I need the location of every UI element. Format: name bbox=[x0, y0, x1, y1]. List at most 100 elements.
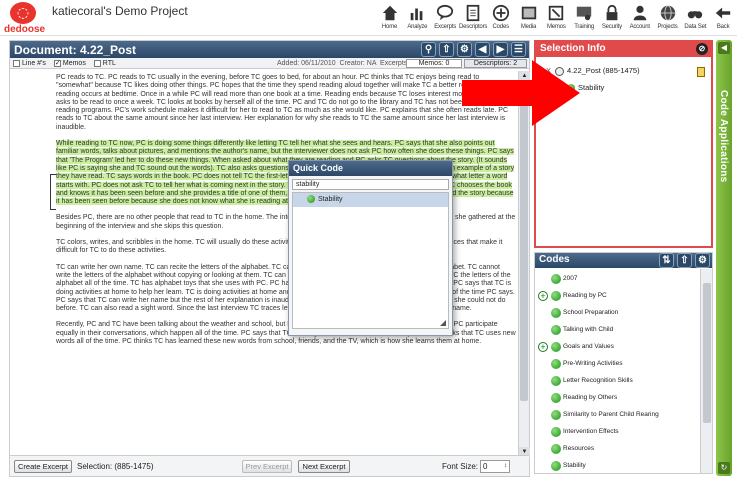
code-label: Stability bbox=[563, 462, 586, 469]
nav-label: Memos bbox=[546, 24, 566, 30]
nav-label: Excerpts bbox=[434, 24, 456, 30]
code-label: Talking with Child bbox=[563, 326, 614, 333]
resize-handle-icon[interactable] bbox=[440, 320, 446, 326]
logo-text: dedoose bbox=[4, 24, 46, 35]
nav-account[interactable]: Account bbox=[626, 2, 654, 36]
code-label: Letter Recognition Skills bbox=[563, 377, 633, 384]
next-arrow-icon[interactable]: ▶ bbox=[493, 42, 508, 57]
nav-analyze[interactable]: Analyze bbox=[403, 2, 431, 36]
collapse-icon[interactable]: ◀ bbox=[718, 42, 730, 54]
quick-code-title[interactable]: Quick Code bbox=[289, 161, 452, 176]
code-applications-tab[interactable]: ◀ Code Applications ↻ bbox=[716, 40, 732, 476]
code-dot-icon bbox=[307, 195, 315, 204]
main-nav: Home Analyze Excerpts Descriptors Codes … bbox=[376, 2, 737, 36]
scroll-thumb[interactable] bbox=[703, 283, 711, 423]
export-icon[interactable]: ⇧ bbox=[677, 253, 692, 268]
nav-training[interactable]: Training bbox=[570, 2, 598, 36]
nav-label: Security bbox=[601, 24, 622, 30]
nav-projects[interactable]: Projects bbox=[654, 2, 682, 36]
nav-label: Codes bbox=[492, 24, 510, 30]
memos-option[interactable]: Memos bbox=[53, 58, 86, 69]
close-icon[interactable]: ⊘ bbox=[696, 43, 708, 55]
line-numbers-option[interactable]: Line #'s bbox=[13, 58, 46, 69]
nav-security[interactable]: Security bbox=[598, 2, 626, 36]
nav-descriptors[interactable]: Descriptors bbox=[459, 2, 487, 36]
code-label: Resources bbox=[563, 445, 595, 452]
refresh-icon[interactable]: ↻ bbox=[718, 462, 730, 474]
code-dot-icon bbox=[551, 274, 561, 284]
added-value: 06/11/2010 bbox=[301, 60, 336, 67]
document-list-icon[interactable]: ☰ bbox=[511, 42, 526, 57]
logo-mark-icon: ◌ bbox=[10, 2, 36, 24]
memos-checkbox[interactable] bbox=[53, 58, 61, 69]
selection-info-title: Selection Info bbox=[540, 43, 606, 54]
code-applications-label: Code Applications bbox=[718, 90, 729, 183]
export-icon[interactable]: ⇧ bbox=[439, 42, 454, 57]
nav-label: Data Set bbox=[684, 24, 707, 30]
next-excerpt-button[interactable]: Next Excerpt bbox=[298, 460, 350, 473]
document-footer: Create Excerpt Selection: (885-1475) Pre… bbox=[10, 455, 529, 476]
creator-label: Creator: bbox=[339, 60, 365, 67]
nav-label: Analyze bbox=[407, 24, 428, 30]
document-header-buttons: ⚲ ⇧ ⚙ ◀ ▶ ☰ bbox=[421, 42, 526, 57]
code-label: 2007 bbox=[563, 275, 578, 282]
scroll-thumb[interactable] bbox=[520, 83, 528, 401]
nav-back[interactable]: Back bbox=[709, 2, 737, 36]
lock-icon bbox=[606, 4, 618, 21]
line-numbers-checkbox[interactable] bbox=[13, 59, 20, 67]
stepper-icon[interactable]: ↕ bbox=[504, 461, 507, 472]
nav-memos[interactable]: Memos bbox=[542, 2, 570, 36]
selection-range: Selection: (885-1475) bbox=[77, 462, 154, 471]
code-dot-icon bbox=[551, 427, 561, 437]
nav-label: Media bbox=[520, 24, 537, 30]
nav-label: Account bbox=[629, 24, 650, 30]
speech-bubble-icon bbox=[437, 4, 454, 21]
gear-icon[interactable]: ⚙ bbox=[457, 42, 472, 57]
dedoose-logo[interactable]: ◌ dedoose bbox=[4, 2, 46, 35]
project-title: katiecoral's Demo Project bbox=[52, 4, 188, 18]
font-size-select[interactable]: 0 ↕ bbox=[480, 460, 510, 473]
quick-code-popup: Quick Code stability Stability bbox=[288, 160, 453, 336]
prev-excerpt-button[interactable]: Prev Excerpt bbox=[242, 460, 292, 473]
document-meta: Added: 06/11/2010 Creator: NA Excerpts: … bbox=[277, 58, 415, 69]
quick-code-result-item[interactable]: Stability bbox=[293, 193, 448, 207]
nav-label: Home bbox=[381, 24, 398, 30]
nav-codes[interactable]: Codes bbox=[487, 2, 515, 36]
codes-header-buttons: ⇅ ⇧ ⚙ bbox=[659, 253, 710, 268]
search-icon[interactable]: ⚲ bbox=[421, 42, 436, 57]
nav-home[interactable]: Home bbox=[376, 2, 404, 36]
globe-icon bbox=[660, 5, 675, 21]
code-dot-icon bbox=[551, 342, 561, 352]
nav-label: Training bbox=[574, 24, 595, 30]
codes-scrollbar[interactable] bbox=[700, 269, 712, 473]
document-icon bbox=[466, 4, 480, 22]
memos-button[interactable]: Memos: 0 bbox=[406, 59, 462, 68]
create-excerpt-button[interactable]: Create Excerpt bbox=[14, 460, 72, 473]
nav-data-set[interactable]: Data Set bbox=[681, 2, 709, 36]
prev-arrow-icon[interactable]: ◀ bbox=[475, 42, 490, 57]
selection-info-header: Selection Info ⊘ bbox=[536, 42, 711, 57]
gear-icon[interactable]: ⚙ bbox=[695, 253, 710, 268]
document-scrollbar[interactable]: ▲ ▼ bbox=[518, 71, 530, 457]
rtl-option[interactable]: RTL bbox=[93, 58, 116, 69]
expand-plus-icon[interactable]: + bbox=[538, 291, 548, 301]
person-icon bbox=[633, 5, 647, 21]
plus-circle-icon bbox=[492, 4, 509, 22]
sort-icon[interactable]: ⇅ bbox=[659, 253, 674, 268]
rtl-checkbox[interactable] bbox=[93, 59, 101, 67]
line-numbers-label: Line #'s bbox=[22, 60, 46, 67]
annotation-arrow-icon bbox=[462, 60, 580, 126]
nav-excerpts[interactable]: Excerpts bbox=[431, 2, 459, 36]
expand-plus-icon[interactable]: + bbox=[538, 342, 548, 352]
result-label: Stability bbox=[318, 196, 343, 203]
document-toolbar: Line #'s Memos RTL Added: 06/11/2010 Cre… bbox=[10, 58, 529, 69]
quick-code-results: Stability bbox=[292, 192, 449, 329]
quick-code-search-input[interactable]: stability bbox=[292, 179, 449, 190]
code-label: Goals and Values bbox=[563, 343, 614, 350]
nav-media[interactable]: Media bbox=[515, 2, 543, 36]
code-dot-icon bbox=[551, 308, 561, 318]
home-icon bbox=[382, 5, 397, 21]
code-label: Pre-Writing Activities bbox=[563, 360, 623, 367]
bar-chart-icon bbox=[411, 8, 423, 21]
memo-note-icon[interactable] bbox=[697, 67, 705, 77]
